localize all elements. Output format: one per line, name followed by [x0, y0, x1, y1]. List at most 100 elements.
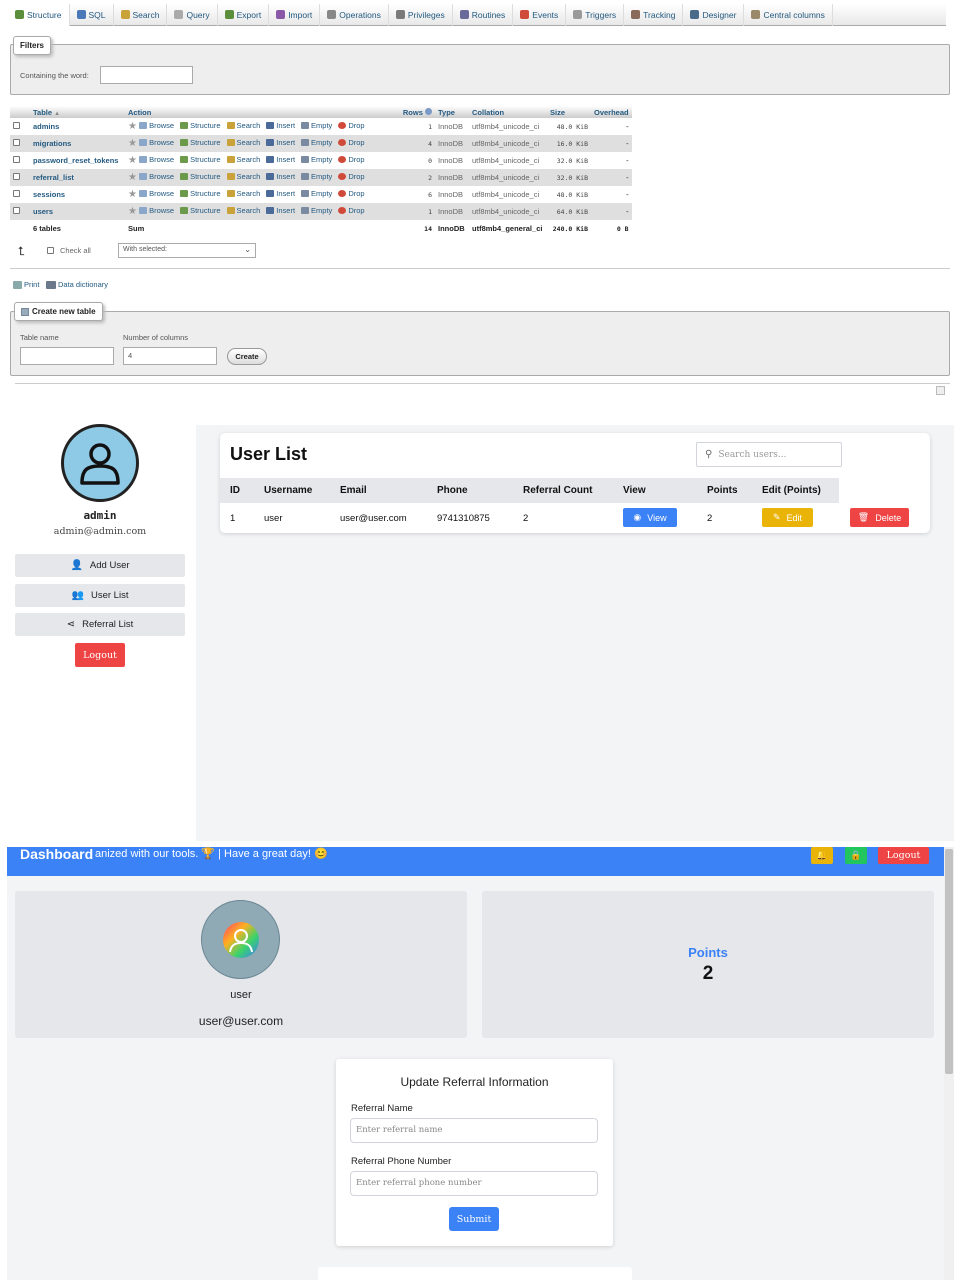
table-name-link[interactable]: password_reset_tokens — [33, 156, 118, 165]
tab-sql[interactable]: SQL — [70, 3, 114, 26]
delete-button[interactable]: 🗑 Delete — [850, 508, 909, 527]
print-link[interactable]: Print — [13, 280, 39, 289]
referral-list-button[interactable]: ⋖ Referral List — [15, 613, 185, 636]
tab-import[interactable]: Import — [269, 3, 321, 26]
action-drop-link[interactable]: Drop — [338, 138, 365, 147]
row-checkbox[interactable] — [13, 173, 20, 180]
logout-button[interactable]: Logout — [878, 847, 929, 864]
action-drop-link[interactable]: Drop — [338, 189, 365, 198]
tab-tracking[interactable]: Tracking — [624, 3, 684, 26]
action-insert-link[interactable]: Insert — [266, 172, 295, 181]
action-empty-link[interactable]: Empty — [301, 138, 332, 147]
row-checkbox[interactable] — [13, 190, 20, 197]
referral-name-input[interactable]: Enter referral name — [350, 1118, 598, 1143]
action-drop-link[interactable]: Drop — [338, 121, 365, 130]
size-cell[interactable]: 48.0 KiB — [547, 118, 591, 135]
action-search-link[interactable]: Search — [226, 172, 260, 181]
action-insert-link[interactable]: Insert — [266, 189, 295, 198]
row-checkbox[interactable] — [13, 122, 20, 129]
table-name-link[interactable]: admins — [33, 122, 59, 131]
tab-routines[interactable]: Routines — [453, 3, 514, 26]
action-insert-link[interactable]: Insert — [266, 206, 295, 215]
tab-triggers[interactable]: Triggers — [566, 3, 625, 26]
tab-export[interactable]: Export — [218, 3, 270, 26]
add-user-button[interactable]: 👤 Add User — [15, 554, 185, 577]
action-search-link[interactable]: Search — [226, 155, 260, 164]
bell-button[interactable]: 🔔 — [811, 847, 833, 864]
console-icon[interactable] — [936, 386, 945, 395]
tab-designer[interactable]: Designer — [683, 3, 745, 26]
action-empty-link[interactable]: Empty — [301, 206, 332, 215]
action-drop-link[interactable]: Drop — [338, 155, 365, 164]
action-structure-link[interactable]: Structure — [180, 189, 221, 198]
col-overhead-header[interactable]: Overhead — [591, 106, 632, 118]
favorite-star-icon[interactable]: ★ — [128, 206, 137, 217]
action-browse-link[interactable]: Browse — [139, 206, 174, 215]
edit-button[interactable]: ✎ Edit — [762, 508, 813, 527]
tab-query[interactable]: Query — [167, 3, 218, 26]
action-empty-link[interactable]: Empty — [301, 189, 332, 198]
favorite-star-icon[interactable]: ★ — [128, 189, 137, 200]
check-all-checkbox[interactable] — [47, 247, 54, 254]
favorite-star-icon[interactable]: ★ — [128, 172, 137, 183]
row-checkbox[interactable] — [13, 207, 20, 214]
action-browse-link[interactable]: Browse — [139, 155, 174, 164]
action-insert-link[interactable]: Insert — [266, 155, 295, 164]
action-search-link[interactable]: Search — [226, 189, 260, 198]
col-collation-header[interactable]: Collation — [469, 106, 547, 118]
scrollbar-thumb[interactable] — [945, 849, 953, 1074]
tab-events[interactable]: Events — [513, 3, 567, 26]
col-type-header[interactable]: Type — [435, 106, 469, 118]
action-structure-link[interactable]: Structure — [180, 172, 221, 181]
lock-button[interactable]: 🔒 — [845, 847, 867, 864]
col-size-header[interactable]: Size — [547, 106, 591, 118]
size-cell[interactable]: 16.0 KiB — [547, 135, 591, 152]
action-drop-link[interactable]: Drop — [338, 206, 365, 215]
col-rows-header[interactable]: Rows — [397, 106, 435, 118]
table-name-link[interactable]: sessions — [33, 190, 65, 199]
action-browse-link[interactable]: Browse — [139, 138, 174, 147]
table-name-input[interactable] — [20, 347, 114, 365]
action-empty-link[interactable]: Empty — [301, 155, 332, 164]
tab-privileges[interactable]: Privileges — [389, 3, 453, 26]
size-cell[interactable]: 64.0 KiB — [547, 203, 591, 220]
tab-operations[interactable]: Operations — [320, 3, 389, 26]
submit-button[interactable]: Submit — [449, 1207, 499, 1231]
tab-central-columns[interactable]: Central columns — [744, 3, 833, 26]
action-browse-link[interactable]: Browse — [139, 189, 174, 198]
data-dictionary-link[interactable]: Data dictionary — [46, 280, 108, 289]
action-drop-link[interactable]: Drop — [338, 172, 365, 181]
row-checkbox[interactable] — [13, 139, 20, 146]
columns-input[interactable]: 4 — [123, 347, 217, 365]
action-browse-link[interactable]: Browse — [139, 172, 174, 181]
action-structure-link[interactable]: Structure — [180, 121, 221, 130]
check-all-label[interactable]: Check all — [60, 246, 91, 255]
size-cell[interactable]: 32.0 KiB — [547, 152, 591, 169]
referral-phone-input[interactable]: Enter referral phone number — [350, 1171, 598, 1196]
table-name-link[interactable]: referral_list — [33, 173, 74, 182]
create-button[interactable]: Create — [227, 348, 267, 365]
size-cell[interactable]: 32.0 KiB — [547, 169, 591, 186]
favorite-star-icon[interactable]: ★ — [128, 138, 137, 149]
col-table-header[interactable]: Table ▲ — [30, 106, 125, 118]
action-browse-link[interactable]: Browse — [139, 121, 174, 130]
user-list-button[interactable]: 👥 User List — [15, 584, 185, 607]
row-checkbox[interactable] — [13, 156, 20, 163]
logout-button[interactable]: Logout — [75, 643, 125, 667]
action-insert-link[interactable]: Insert — [266, 121, 295, 130]
action-structure-link[interactable]: Structure — [180, 138, 221, 147]
table-name-link[interactable]: users — [33, 207, 53, 216]
action-search-link[interactable]: Search — [226, 121, 260, 130]
view-button[interactable]: ◉ View — [623, 508, 677, 527]
action-structure-link[interactable]: Structure — [180, 155, 221, 164]
action-search-link[interactable]: Search — [226, 206, 260, 215]
favorite-star-icon[interactable]: ★ — [128, 155, 137, 166]
with-selected-select[interactable]: With selected: ⌄ — [118, 243, 256, 258]
action-empty-link[interactable]: Empty — [301, 172, 332, 181]
size-cell[interactable]: 48.0 KiB — [547, 186, 591, 203]
action-structure-link[interactable]: Structure — [180, 206, 221, 215]
table-name-link[interactable]: migrations — [33, 139, 71, 148]
action-insert-link[interactable]: Insert — [266, 138, 295, 147]
action-empty-link[interactable]: Empty — [301, 121, 332, 130]
action-search-link[interactable]: Search — [226, 138, 260, 147]
